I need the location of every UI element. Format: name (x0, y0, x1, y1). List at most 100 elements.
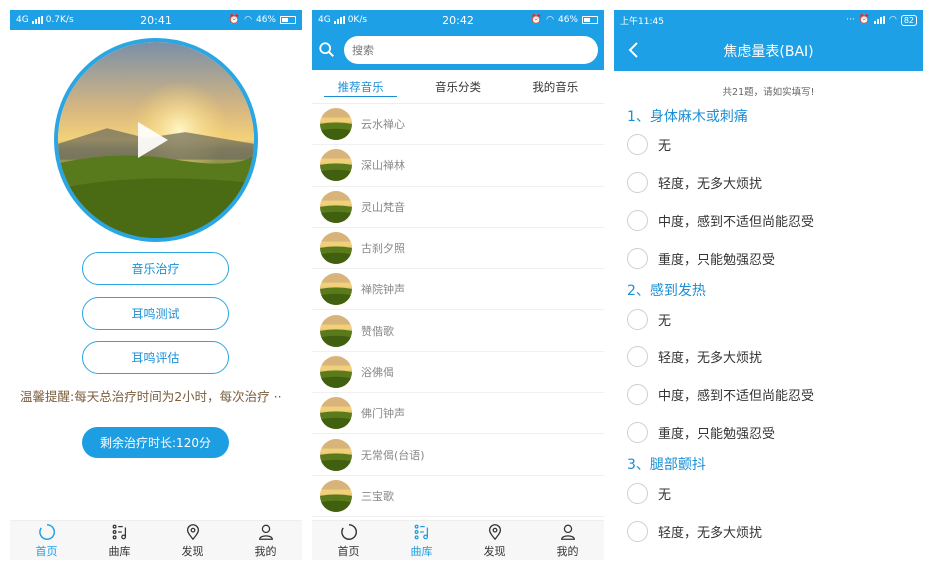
option-label: 重度，只能勉强忍受 (658, 426, 776, 442)
song-thumbnail (320, 355, 352, 388)
question-title: 3、腿部颤抖 (627, 457, 706, 474)
radio-button[interactable] (627, 384, 648, 406)
signal-icon (333, 16, 345, 24)
song-title: 灵山梵音 (361, 200, 405, 214)
page-title: 焦虑量表(BAI) (723, 43, 814, 60)
tab-label: 曲库 (108, 544, 131, 558)
radio-button[interactable] (627, 482, 648, 504)
song-title: 佛门钟声 (361, 407, 405, 421)
answer-option[interactable]: 轻度，无多大烦扰 (614, 164, 923, 202)
tab-home[interactable]: 首页 (10, 521, 83, 560)
tab-mine[interactable]: 我的 (229, 521, 302, 560)
radio-button[interactable] (627, 520, 648, 542)
tab-library[interactable]: 曲库 (83, 521, 156, 560)
tinnitus-test-button[interactable]: 耳鸣测试 (82, 297, 229, 330)
radio-button[interactable] (627, 346, 648, 368)
song-item[interactable]: 三宝歌 (312, 476, 604, 517)
search-input[interactable] (344, 36, 598, 64)
answer-option[interactable]: 无 (614, 300, 923, 338)
option-label: 无 (658, 487, 672, 503)
song-item[interactable]: 无常偈(台语) (312, 434, 604, 476)
option-label: 轻度，无多大烦扰 (658, 525, 763, 541)
alarm-icon: ⏰ (228, 15, 241, 25)
song-item[interactable]: 赞偕歌 (312, 310, 604, 352)
answer-option[interactable]: 重度，只能勉强忍受 (614, 239, 923, 277)
song-thumbnail (320, 314, 352, 347)
answer-option[interactable]: 中度，感到不适但尚能忍受 (614, 202, 923, 240)
battery-icon (582, 16, 598, 24)
song-item[interactable]: 浴佛偈 (312, 352, 604, 394)
network-label: 4G (16, 15, 29, 25)
song-list: 云水禅心 深山禅林灵山梵音古刹夕照 禅院钟声 赞偕歌浴佛偈佛门钟声无常偈(台语) 三宝歌 (312, 104, 604, 517)
tab-mine[interactable]: 我的 (531, 521, 604, 560)
tab-my-music[interactable]: 我的音乐 (507, 71, 604, 103)
option-label: 重度，只能勉强忍受 (658, 252, 776, 268)
tab-label: 发现 (181, 544, 204, 558)
song-title: 无常偈(台语) (361, 448, 425, 462)
page-header: 焦虑量表(BAI) (614, 30, 923, 71)
tab-discover[interactable]: 发现 (156, 521, 229, 560)
person-icon (258, 524, 273, 540)
song-item[interactable]: 云水禅心 (312, 104, 604, 146)
radio-button[interactable] (627, 247, 648, 269)
song-item[interactable]: 古刹夕照 (312, 228, 604, 270)
tinnitus-evaluation-button[interactable]: 耳鸣评估 (82, 341, 229, 374)
remaining-time-button[interactable]: 剩余治疗时长:120分 (82, 427, 229, 458)
option-label: 轻度，无多大烦扰 (658, 177, 763, 193)
answer-option[interactable]: 中度，感到不适但尚能忍受 (614, 376, 923, 414)
location-pin-icon (186, 523, 199, 540)
answer-option[interactable]: 轻度，无多大烦扰 (614, 338, 923, 376)
music-list-icon (112, 524, 126, 539)
status-bar: 4G 0K/s 20:42 ⏰ ◠ 46% (312, 10, 604, 30)
tab-discover[interactable]: 发现 (458, 521, 531, 560)
song-item[interactable]: 灵山梵音 (312, 187, 604, 228)
music-therapy-button[interactable]: 音乐治疗 (82, 252, 229, 285)
radio-button[interactable] (627, 172, 648, 194)
option-label: 无 (658, 139, 672, 155)
option-label: 轻度，无多大烦扰 (658, 351, 763, 367)
answer-option[interactable]: 重度，只能勉强忍受 (614, 414, 923, 452)
library-screen: 4G 0K/s 20:42 ⏰ ◠ 46% 推荐音乐 音乐分类 我的音乐 云水禅… (312, 10, 604, 560)
reminder-text: 温馨提醒:每天总治疗时间为2小时，每次治疗 ·· (20, 389, 282, 404)
tab-home[interactable]: 首页 (312, 521, 385, 560)
instruction-text: 共21题，请如实填写! (722, 87, 815, 98)
tab-label: 我的 (556, 544, 579, 558)
song-thumbnail (320, 190, 352, 223)
net-speed: 0.7K/s (45, 15, 74, 25)
radio-button[interactable] (627, 308, 648, 330)
bottom-tab-bar: 首页 曲库 发现 我的 (312, 520, 604, 560)
radio-button[interactable] (627, 134, 648, 156)
song-item[interactable]: 佛门钟声 (312, 393, 604, 435)
answer-option[interactable]: 无 (614, 474, 923, 512)
radio-button[interactable] (627, 209, 648, 231)
status-bar: 4G 0.7K/s 20:41 ⏰ ◠ 46% (10, 10, 302, 30)
answer-option[interactable]: 轻度，无多大烦扰 (614, 512, 923, 550)
song-thumbnail (320, 273, 352, 306)
option-label: 中度，感到不适但尚能忍受 (658, 389, 815, 405)
song-thumbnail (320, 232, 352, 265)
tab-categories[interactable]: 音乐分类 (409, 71, 506, 103)
answer-option[interactable]: 无 (614, 126, 923, 164)
search-icon[interactable] (318, 41, 336, 59)
radio-button[interactable] (627, 421, 648, 443)
song-item[interactable]: 深山禅林 (312, 145, 604, 187)
bottom-tab-bar: 首页 曲库 发现 我的 (10, 520, 302, 560)
wifi-icon: ◠ (546, 15, 554, 25)
question-title: 1、身体麻木或刺痛 (627, 109, 748, 125)
battery-level: 82 (900, 14, 917, 26)
home-screen: 4G 0.7K/s 20:41 ⏰ ◠ 46% 音乐治疗 耳鸣测试 耳鸣评估 温… (10, 10, 302, 560)
question-list: 1、身体麻木或刺痛无轻度，无多大烦扰 中度，感到不适但尚能忍受 重度，只能勉强忍受 2… (614, 106, 923, 550)
tab-library[interactable]: 曲库 (385, 521, 458, 560)
tab-label: 首页 (337, 544, 360, 558)
battery-percent: 46% (255, 15, 276, 25)
tab-recommended[interactable]: 推荐音乐 (312, 71, 409, 103)
signal-icon (31, 16, 43, 24)
chevron-left-icon[interactable] (624, 40, 644, 60)
play-icon[interactable] (138, 122, 168, 158)
more-icon: ··· (846, 15, 855, 25)
song-item[interactable]: 禅院钟声 (312, 269, 604, 311)
tab-label: 发现 (483, 544, 506, 558)
person-icon (560, 524, 575, 540)
song-title: 浴佛偈 (361, 365, 394, 379)
battery-percent: 46% (557, 15, 578, 25)
